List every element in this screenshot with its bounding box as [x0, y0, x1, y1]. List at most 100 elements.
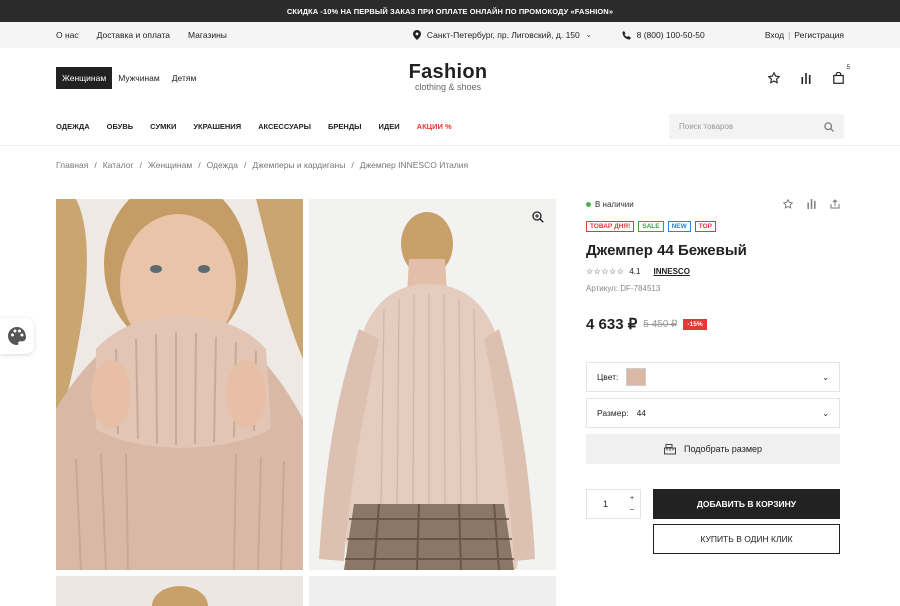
link-about[interactable]: О нас: [56, 30, 79, 40]
size-select[interactable]: Размер: 44 ⌄: [586, 398, 840, 428]
nav-item-jewelry[interactable]: УКРАШЕНИЯ: [193, 122, 241, 131]
nav-item-sale[interactable]: АКЦИИ %: [417, 122, 452, 131]
color-swatch: [626, 368, 647, 386]
tab-women[interactable]: Женщинам: [56, 67, 113, 89]
breadcrumb-sweaters[interactable]: Джемперы и кардиганы: [252, 160, 345, 170]
product-info: В наличии ТОВАР ДНЯ! SALE NEW TOP Джемпе…: [586, 199, 840, 554]
link-stores[interactable]: Магазины: [188, 30, 227, 40]
nav-item-accessories[interactable]: АКСЕССУАРЫ: [258, 122, 311, 131]
quantity-stepper[interactable]: 1 + –: [586, 489, 641, 519]
location-text: Санкт-Петербург, пр. Лиговский, д. 150: [426, 30, 580, 40]
search-placeholder: Поиск товаров: [679, 122, 734, 131]
login-link[interactable]: Вход: [765, 30, 784, 40]
breadcrumb-sep: /: [198, 160, 201, 170]
star-icon[interactable]: [783, 199, 793, 209]
quantity-value[interactable]: 1: [587, 499, 624, 509]
breadcrumb-home[interactable]: Главная: [56, 160, 88, 170]
size-guide-button[interactable]: Подобрать размер: [586, 434, 840, 464]
phone-icon: [622, 30, 631, 40]
compare-icon[interactable]: [807, 199, 816, 209]
theme-palette-button[interactable]: [0, 318, 34, 354]
breadcrumb-sep: /: [94, 160, 97, 170]
breadcrumb-catalog[interactable]: Каталог: [103, 160, 134, 170]
header-icons: 5: [768, 65, 850, 84]
search-icon[interactable]: [824, 121, 834, 132]
size-guide-icon: [663, 443, 676, 454]
product-photo-4[interactable]: [309, 576, 556, 606]
product-photo-3[interactable]: [56, 576, 303, 606]
buy-one-click-button[interactable]: КУПИТЬ В ОДИН КЛИК: [653, 524, 840, 554]
bag-icon: [832, 72, 844, 84]
compare-button[interactable]: [800, 72, 812, 84]
breadcrumb-clothing[interactable]: Одежда: [207, 160, 238, 170]
size-value: 44: [636, 408, 647, 418]
nav-item-brands[interactable]: БРЕНДЫ: [328, 122, 362, 131]
rating-stars[interactable]: ☆☆☆☆☆: [586, 267, 624, 276]
nav-item-bags[interactable]: СУМКИ: [150, 122, 176, 131]
nav-item-clothing[interactable]: ОДЕЖДА: [56, 122, 90, 131]
stock-status: В наличии: [586, 199, 840, 209]
phone[interactable]: 8 (800) 100-50-50: [622, 30, 705, 40]
size-label: Размер:: [597, 408, 629, 418]
photo-front-illustration: [56, 199, 303, 570]
auth-links: Вход | Регистрация: [765, 30, 844, 40]
main-nav: ОДЕЖДА ОБУВЬ СУМКИ УКРАШЕНИЯ АКСЕССУАРЫ …: [0, 108, 900, 146]
breadcrumb: Главная / Каталог / Женщинам / Одежда / Джем…: [0, 146, 900, 184]
product-actions: [783, 199, 840, 209]
cart-button[interactable]: 5: [832, 65, 850, 84]
share-icon[interactable]: [830, 199, 840, 209]
chevron-down-icon: ⌄: [822, 372, 829, 382]
breadcrumb-women[interactable]: Женщинам: [148, 160, 192, 170]
register-link[interactable]: Регистрация: [794, 30, 844, 40]
compare-icon: [801, 72, 811, 84]
badge-new: NEW: [667, 221, 691, 232]
brand-link[interactable]: INNESCO: [653, 267, 689, 276]
stock-text: В наличии: [595, 199, 634, 209]
breadcrumb-sep: /: [351, 160, 354, 170]
logo-title: Fashion: [408, 61, 488, 83]
add-to-cart-button[interactable]: ДОБАВИТЬ В КОРЗИНУ: [653, 489, 840, 519]
palette-icon: [8, 327, 26, 345]
product-sku: Артикул: DF-784513: [586, 284, 661, 293]
breadcrumb-sep: /: [243, 160, 247, 170]
old-price: 5 450 ₽: [643, 318, 678, 330]
location-selector[interactable]: Санкт-Петербург, пр. Лиговский, д. 150 ⌄: [412, 30, 592, 40]
auth-separator: |: [788, 30, 791, 40]
color-label: Цвет:: [597, 372, 619, 382]
star-icon: [768, 72, 780, 84]
favorites-button[interactable]: [768, 72, 780, 84]
plus-icon[interactable]: +: [630, 495, 634, 502]
product-photo-front[interactable]: [56, 199, 303, 570]
rating-value: 4.1: [629, 267, 641, 276]
tab-men[interactable]: Мужчинам: [112, 67, 166, 89]
nav-item-shoes[interactable]: ОБУВЬ: [107, 122, 134, 131]
stock-dot: [586, 201, 591, 207]
link-delivery[interactable]: Доставка и оплата: [97, 30, 170, 40]
chevron-down-icon: ⌄: [822, 408, 829, 418]
header: Женщинам Мужчинам Детям Fashion clothing…: [0, 48, 900, 108]
location-pin-icon: [412, 30, 421, 40]
top-bar: О нас Доставка и оплата Магазины Санкт-П…: [0, 22, 900, 48]
color-select[interactable]: Цвет: ⌄: [586, 362, 840, 392]
size-guide-label: Подобрать размер: [683, 444, 763, 454]
tab-kids[interactable]: Детям: [166, 67, 203, 89]
cart-count: 5: [846, 65, 850, 71]
product-rating: ☆☆☆☆☆ 4.1 INNESCO: [586, 267, 840, 276]
product-photo-back[interactable]: [309, 199, 556, 570]
phone-number: 8 (800) 100-50-50: [636, 30, 705, 40]
nav-items: ОДЕЖДА ОБУВЬ СУМКИ УКРАШЕНИЯ АКСЕССУАРЫ …: [56, 122, 452, 131]
zoom-icon[interactable]: [532, 211, 544, 223]
nav-item-ideas[interactable]: ИДЕИ: [379, 122, 400, 131]
product-title: Джемпер 44 Бежевый: [586, 242, 747, 259]
search-input[interactable]: Поиск товаров: [669, 114, 844, 139]
minus-icon[interactable]: –: [630, 506, 634, 513]
logo-subtitle: clothing & shoes: [414, 82, 482, 92]
logo[interactable]: Fashion clothing & shoes: [405, 62, 491, 92]
promo-banner: СКИДКА -10% НА ПЕРВЫЙ ЗАКАЗ ПРИ ОПЛАТЕ О…: [0, 0, 900, 22]
gender-tabs: Женщинам Мужчинам Детям: [56, 67, 202, 89]
breadcrumb-current: Джемпер INNESCO Италия: [359, 160, 469, 170]
quantity-controls: + –: [624, 495, 640, 513]
current-price: 4 633 ₽: [586, 316, 638, 333]
chevron-down-icon: ⌄: [585, 32, 592, 39]
photo-3-illustration: [56, 576, 303, 606]
